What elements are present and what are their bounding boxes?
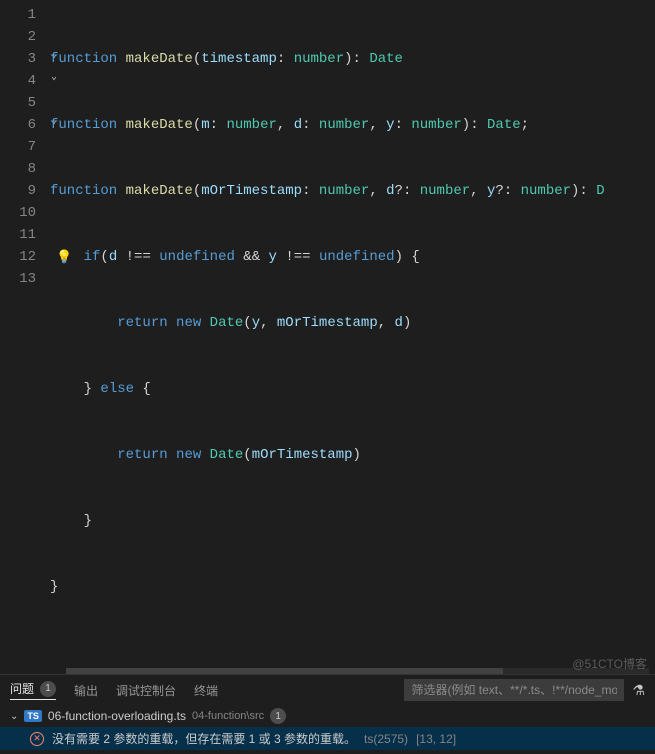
line-number: 11 [0, 224, 36, 246]
typescript-file-icon: TS [24, 710, 42, 722]
code-editor[interactable]: 1 2 3 4 5 6 7 8 9 10 11 12 13 ⌄ ⌄ ⌄ func… [0, 0, 655, 655]
problem-message: 没有需要 2 参数的重载，但存在需要 1 或 3 参数的重载。 [52, 730, 356, 747]
code-line: } [50, 576, 655, 598]
code-line: if(d !== undefined && y !== undefined) { [50, 246, 655, 268]
line-number: 13 [0, 268, 36, 290]
problem-position: [13, 12] [416, 732, 456, 746]
problem-file-path: 04-function\src [192, 710, 264, 722]
line-number: 5 [0, 92, 36, 114]
line-number: 10 [0, 202, 36, 224]
problems-filter-input[interactable] [404, 679, 624, 701]
tab-terminal[interactable]: 终端 [194, 682, 218, 699]
problem-file-name: 06-function-overloading.ts [48, 709, 186, 723]
line-number: 7 [0, 136, 36, 158]
code-line [50, 642, 655, 655]
line-number: 4 [0, 70, 36, 92]
problems-count-badge: 1 [40, 681, 56, 697]
panel-tabs: 问题 1 输出 调试控制台 终端 ⚗ [0, 675, 655, 705]
line-number: 3 [0, 48, 36, 70]
line-number: 12 [0, 246, 36, 268]
filter-icon[interactable]: ⚗ [632, 682, 645, 699]
problem-item[interactable]: ✕ 没有需要 2 参数的重载，但存在需要 1 或 3 参数的重载。 ts(257… [0, 727, 655, 750]
lightbulb-icon[interactable]: 💡 [56, 250, 72, 265]
tab-debug-console[interactable]: 调试控制台 [116, 682, 176, 699]
error-icon: ✕ [30, 732, 44, 746]
code-line: } [50, 510, 655, 532]
chevron-down-icon: ⌄ [10, 711, 18, 722]
line-number: 1 [0, 4, 36, 26]
file-problem-count-badge: 1 [270, 708, 286, 724]
code-line: } else { [50, 378, 655, 400]
code-line: return new Date(y, mOrTimestamp, d) [50, 312, 655, 334]
line-number-gutter: 1 2 3 4 5 6 7 8 9 10 11 12 13 [0, 0, 50, 655]
tab-problems[interactable]: 问题 1 [10, 680, 56, 700]
line-number: 2 [0, 26, 36, 48]
line-number: 8 [0, 158, 36, 180]
problem-code: ts(2575) [364, 732, 408, 746]
watermark: @51CTO博客 [572, 655, 647, 672]
bottom-panel: 问题 1 输出 调试控制台 终端 ⚗ ⌄ TS 06-function-over… [0, 674, 655, 754]
problem-file-row[interactable]: ⌄ TS 06-function-overloading.ts 04-funct… [0, 705, 655, 727]
line-number: 9 [0, 180, 36, 202]
code-line: return new Date(mOrTimestamp) [50, 444, 655, 466]
tab-label: 问题 [10, 680, 34, 697]
code-line: function makeDate(timestamp: number): Da… [50, 48, 655, 70]
code-area[interactable]: function makeDate(timestamp: number): Da… [50, 0, 655, 655]
code-line: function makeDate(m: number, d: number, … [50, 114, 655, 136]
code-line: function makeDate(mOrTimestamp: number, … [50, 180, 655, 202]
line-number: 6 [0, 114, 36, 136]
tab-output[interactable]: 输出 [74, 682, 98, 699]
